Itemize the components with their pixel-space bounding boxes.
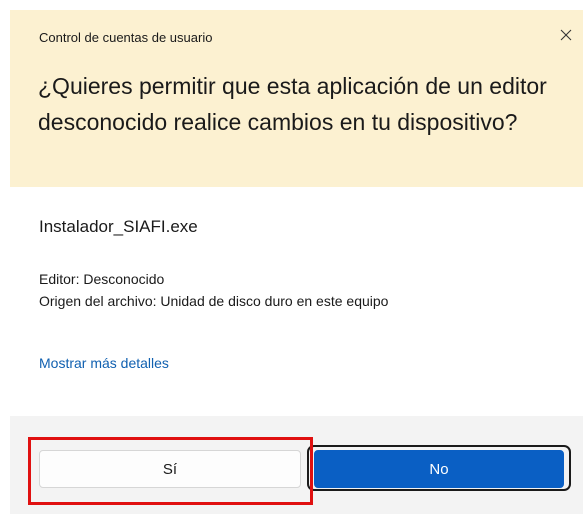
uac-dialog: Control de cuentas de usuario ¿Quieres p… <box>0 0 583 514</box>
close-icon <box>560 29 572 41</box>
dialog-body: Instalador_SIAFI.exe Editor: Desconocido… <box>10 187 583 416</box>
no-button[interactable]: No <box>314 450 564 488</box>
dialog-footer: Sí No <box>10 416 583 514</box>
show-more-details-link[interactable]: Mostrar más detalles <box>39 355 169 371</box>
dialog-question: ¿Quieres permitir que esta aplicación de… <box>38 73 547 135</box>
dialog-title-label: Control de cuentas de usuario <box>39 30 213 45</box>
program-name: Instalador_SIAFI.exe <box>39 217 198 236</box>
program-meta: Editor: Desconocido Origen del archivo: … <box>39 268 388 312</box>
file-origin-text: Origen del archivo: Unidad de disco duro… <box>39 293 389 309</box>
yes-button[interactable]: Sí <box>39 450 301 488</box>
publisher-text: Editor: Desconocido <box>39 271 165 287</box>
close-button[interactable] <box>549 20 583 50</box>
dialog-header: Control de cuentas de usuario ¿Quieres p… <box>10 10 583 187</box>
